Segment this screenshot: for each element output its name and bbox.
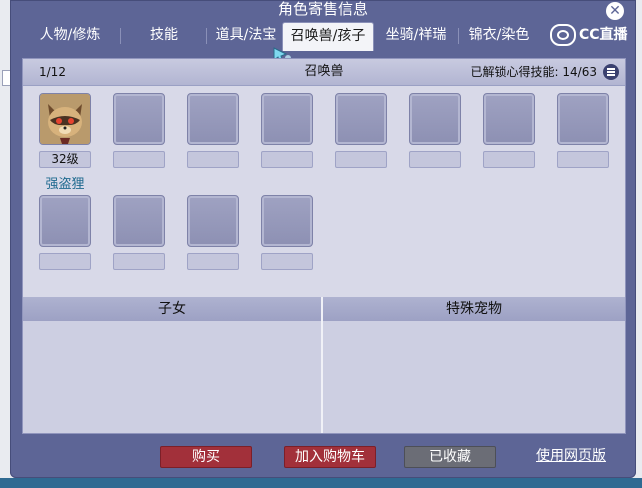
add-to-cart-button[interactable]: 加入购物车 <box>284 446 376 468</box>
children-section-header: 子女 <box>23 297 321 321</box>
pet-slot-empty <box>187 93 239 168</box>
pet-slot-empty <box>113 195 165 270</box>
bottom-taskbar-strip <box>0 478 642 488</box>
pet-slot-empty <box>261 195 313 270</box>
pet-avatar-thief-raccoon[interactable] <box>39 93 91 145</box>
pet-level: 32级 <box>39 151 91 168</box>
tab-separator <box>120 28 121 44</box>
unlocked-skills-count: 已解锁心得技能: 14/63 <box>470 65 597 79</box>
role-consignment-window: 角色寄售信息 ✕ 人物/修炼 技能 道具/法宝 召唤兽/孩子 坐骑/祥瑞 锦衣/… <box>10 0 636 478</box>
empty-pet-box <box>335 93 387 145</box>
tab-mounts-auspicious[interactable]: 坐骑/祥瑞 <box>376 22 456 50</box>
pet-level <box>483 151 535 168</box>
tab-outfits-dye[interactable]: 锦衣/染色 <box>462 22 536 50</box>
special-pets-section-header: 特殊宠物 <box>323 297 625 321</box>
tab-separator <box>458 28 459 44</box>
tab-skills[interactable]: 技能 <box>124 22 204 50</box>
section-divider <box>321 297 323 433</box>
window-title: 角色寄售信息 <box>277 0 368 18</box>
empty-pet-box <box>187 195 239 247</box>
pet-slot[interactable]: 32级 强盗狸 <box>39 93 91 192</box>
empty-pet-box <box>557 93 609 145</box>
close-icon[interactable]: ✕ <box>606 2 624 20</box>
pet-level <box>187 151 239 168</box>
pet-slot-empty <box>113 93 165 168</box>
pet-level <box>335 151 387 168</box>
empty-pet-box <box>261 93 313 145</box>
children-list <box>23 321 321 433</box>
empty-pet-box <box>39 195 91 247</box>
empty-pet-box <box>113 195 165 247</box>
tab-bar: 人物/修炼 技能 道具/法宝 召唤兽/孩子 坐骑/祥瑞 锦衣/染色 <box>20 22 628 51</box>
raccoon-icon <box>40 94 90 144</box>
pet-name[interactable]: 强盗狸 <box>35 173 95 192</box>
pet-level <box>187 253 239 270</box>
pet-slot-empty <box>483 93 535 168</box>
empty-pet-box <box>261 195 313 247</box>
pet-level <box>261 151 313 168</box>
tab-separator <box>206 28 207 44</box>
favorited-button[interactable]: 已收藏 <box>404 446 496 468</box>
pet-slot-empty <box>409 93 461 168</box>
use-web-version-link[interactable]: 使用网页版 <box>536 446 606 466</box>
special-pets-list <box>323 321 625 433</box>
logo-text: CC直播 <box>579 27 628 43</box>
empty-pet-box <box>483 93 535 145</box>
pet-level <box>261 253 313 270</box>
pet-slot-empty <box>39 195 91 270</box>
pet-level <box>39 253 91 270</box>
pet-level <box>557 151 609 168</box>
list-menu-icon[interactable] <box>603 64 619 80</box>
cc-logo-icon <box>550 24 576 46</box>
cc-live-watermark: CC直播 <box>550 24 640 46</box>
buy-button[interactable]: 购买 <box>160 446 252 468</box>
pet-slot-empty <box>557 93 609 168</box>
empty-pet-box <box>113 93 165 145</box>
pet-slot-empty <box>261 93 313 168</box>
tab-character-cultivation[interactable]: 人物/修炼 <box>24 22 116 50</box>
pet-level <box>409 151 461 168</box>
empty-pet-box <box>409 93 461 145</box>
empty-pet-box <box>187 93 239 145</box>
summons-panel: 1/12 召唤兽 已解锁心得技能: 14/63 32级 强盗狸 子女 特殊宠物 <box>22 58 626 434</box>
pet-level <box>113 253 165 270</box>
action-bar: 购买 加入购物车 已收藏 使用网页版 <box>10 436 636 476</box>
summons-header: 1/12 召唤兽 已解锁心得技能: 14/63 <box>23 59 625 86</box>
pet-slot-empty <box>187 195 239 270</box>
pet-level <box>113 151 165 168</box>
pet-slot-empty <box>335 93 387 168</box>
